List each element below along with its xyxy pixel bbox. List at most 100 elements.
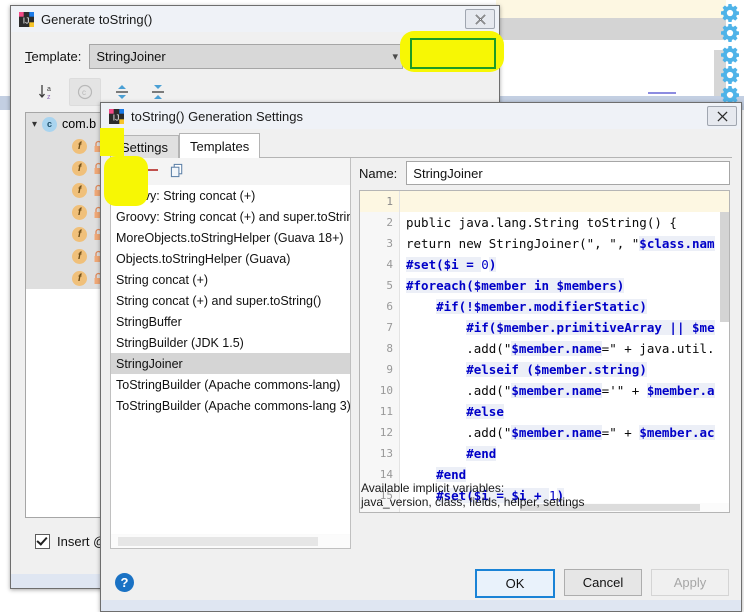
field-icon: f bbox=[72, 160, 87, 176]
code-text-area[interactable]: public java.lang.String toString() {retu… bbox=[400, 191, 729, 512]
settings-dialog-footer: ? OK Cancel Apply bbox=[101, 563, 741, 611]
template-list-item[interactable]: ToStringBuilder (Apache commons-lang 3) bbox=[111, 395, 350, 416]
code-line[interactable]: #elseif ($member.string) bbox=[400, 359, 729, 380]
chevron-down-icon[interactable]: ▾ bbox=[32, 119, 37, 130]
settings-dialog-body: Settings Templates Groovy: String concat … bbox=[101, 129, 741, 611]
template-list-item[interactable]: MoreObjects.toStringHelper (Guava 18+) bbox=[111, 227, 350, 248]
name-input[interactable]: StringJoiner bbox=[406, 161, 730, 185]
tostring-generation-settings-dialog: IJ toString() Generation Settings Settin… bbox=[100, 102, 742, 612]
code-line[interactable]: public java.lang.String toString() { bbox=[400, 212, 729, 233]
svg-text:c: c bbox=[82, 88, 86, 97]
svg-text:IJ: IJ bbox=[23, 15, 30, 25]
generate-dialog-title: Generate toString() bbox=[41, 11, 153, 27]
line-number: 10 bbox=[379, 384, 393, 397]
ok-button[interactable]: OK bbox=[475, 569, 555, 598]
close-icon[interactable] bbox=[465, 9, 495, 29]
line-number: 2 bbox=[386, 216, 393, 229]
remove-template-icon[interactable] bbox=[145, 163, 159, 180]
field-icon: f bbox=[72, 182, 87, 198]
code-line[interactable]: .add("$member.name='" + $member.a bbox=[400, 380, 729, 401]
settings-dialog-title: toString() Generation Settings bbox=[131, 108, 303, 124]
svg-text:a: a bbox=[47, 86, 51, 93]
template-select[interactable]: StringJoiner ▾ bbox=[89, 43, 403, 69]
svg-text:z: z bbox=[47, 94, 51, 101]
svg-text:IJ: IJ bbox=[113, 112, 120, 122]
code-line[interactable]: #foreach($member in $members) bbox=[400, 275, 729, 296]
gear-icon[interactable] bbox=[721, 66, 739, 84]
field-icon: f bbox=[72, 226, 87, 242]
editor-caret-line bbox=[496, 0, 728, 18]
cancel-button[interactable]: Cancel bbox=[564, 569, 642, 596]
gear-icon[interactable] bbox=[721, 46, 739, 64]
code-line[interactable] bbox=[400, 191, 729, 212]
gear-icon[interactable] bbox=[721, 4, 739, 22]
field-icon: f bbox=[72, 270, 87, 286]
close-icon[interactable] bbox=[707, 106, 737, 126]
template-select-value: StringJoiner bbox=[96, 48, 166, 64]
line-number: 5 bbox=[386, 279, 393, 292]
chevron-down-icon: ▾ bbox=[392, 50, 398, 63]
implicit-variables-info: Available implicit variables: java_versi… bbox=[361, 481, 584, 509]
template-list-item[interactable]: Groovy: String concat (+) and super.toSt… bbox=[111, 206, 350, 227]
implicit-variables-title: Available implicit variables: bbox=[361, 481, 505, 495]
settings-dialog-titlebar: IJ toString() Generation Settings bbox=[101, 103, 741, 129]
template-list-hscrollbar[interactable] bbox=[111, 535, 350, 548]
intellij-logo-icon: IJ bbox=[19, 11, 34, 27]
line-number: 3 bbox=[386, 237, 393, 250]
template-list-item[interactable]: String concat (+) bbox=[111, 269, 350, 290]
template-list-item[interactable]: StringBuffer bbox=[111, 311, 350, 332]
annotation-rect-settings-button bbox=[410, 38, 496, 69]
template-list-item[interactable]: StringBuilder (JDK 1.5) bbox=[111, 332, 350, 353]
line-number: 1 bbox=[360, 191, 399, 212]
code-line[interactable]: .add("$member.name=" + $member.ac bbox=[400, 422, 729, 443]
code-line[interactable]: #end bbox=[400, 443, 729, 464]
field-icon: f bbox=[72, 204, 87, 220]
settings-footer-strip bbox=[101, 600, 741, 611]
template-editor-panel: Name: StringJoiner 1 2 3 4 5 6 7 8 9 10 11 12 13 14 15… bbox=[353, 158, 732, 549]
add-template-icon[interactable] bbox=[120, 163, 134, 180]
code-line[interactable]: #set($i = 0) bbox=[400, 254, 729, 275]
code-line[interactable]: return new StringJoiner(", ", "$class.na… bbox=[400, 233, 729, 254]
intellij-logo-icon: IJ bbox=[109, 108, 124, 124]
line-number: 6 bbox=[386, 300, 393, 313]
gear-icon[interactable] bbox=[721, 24, 739, 42]
code-line[interactable]: .add("$member.name=" + java.util. bbox=[400, 338, 729, 359]
field-icon: f bbox=[72, 138, 87, 154]
template-list-item[interactable]: String concat (+) and super.toString() bbox=[111, 290, 350, 311]
tab-templates[interactable]: Templates bbox=[178, 133, 261, 158]
apply-button: Apply bbox=[651, 569, 729, 596]
tab-settings[interactable]: Settings bbox=[110, 135, 179, 158]
scrollbar-thumb[interactable] bbox=[118, 537, 318, 546]
editor-underline-marker bbox=[648, 92, 676, 94]
editor-vertical-scrollbar[interactable] bbox=[720, 212, 729, 322]
template-label: Template: bbox=[25, 48, 82, 64]
code-line[interactable]: #if(!$member.modifierStatic) bbox=[400, 296, 729, 317]
line-number: 13 bbox=[379, 447, 393, 460]
line-number: 12 bbox=[379, 426, 393, 439]
help-icon[interactable]: ? bbox=[115, 573, 134, 592]
line-number: 9 bbox=[386, 363, 393, 376]
copy-template-icon[interactable] bbox=[170, 163, 185, 181]
template-list-item[interactable]: Objects.toStringHelper (Guava) bbox=[111, 248, 350, 269]
name-input-value: StringJoiner bbox=[413, 165, 483, 181]
template-list-item[interactable]: Groovy: String concat (+) bbox=[111, 185, 350, 206]
velocity-code-editor[interactable]: 12345678910111213141516 public java.lang… bbox=[359, 190, 730, 513]
class-icon: c bbox=[42, 116, 58, 132]
name-row: Name: StringJoiner bbox=[353, 158, 732, 188]
code-line[interactable]: #else bbox=[400, 401, 729, 422]
templates-toolbar bbox=[111, 158, 350, 185]
template-list-item[interactable]: ToStringBuilder (Apache commons-lang) bbox=[111, 374, 350, 395]
line-number: 11 bbox=[379, 405, 393, 418]
insert-override-checkbox[interactable] bbox=[35, 534, 50, 549]
generate-dialog-titlebar: IJ Generate toString() bbox=[11, 6, 499, 32]
tree-root-label: com.b bbox=[62, 117, 97, 131]
name-label: Name: bbox=[359, 165, 398, 181]
line-number: 4 bbox=[386, 258, 393, 271]
implicit-variables-list: java_version, class, fields, helper, set… bbox=[361, 495, 585, 509]
template-list-item[interactable]: StringJoiner bbox=[111, 353, 350, 374]
templates-panel: Groovy: String concat (+) Groovy: String … bbox=[110, 158, 351, 549]
code-line[interactable]: #if($member.primitiveArray || $me bbox=[400, 317, 729, 338]
template-list[interactable]: Groovy: String concat (+) Groovy: String … bbox=[111, 185, 350, 534]
sort-alphabetically-icon[interactable]: a z bbox=[33, 79, 63, 105]
line-number: 7 bbox=[386, 321, 393, 334]
